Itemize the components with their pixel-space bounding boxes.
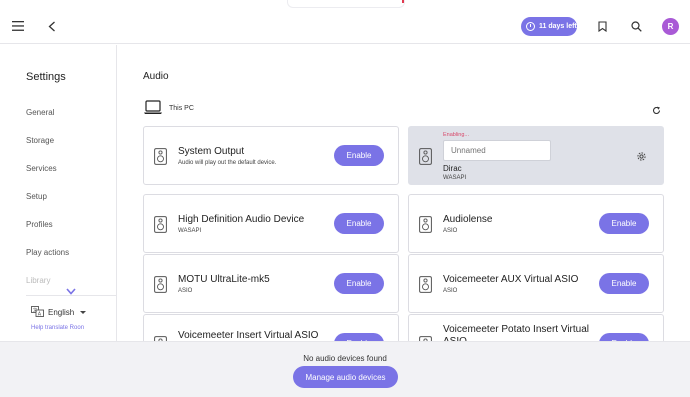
- device-card-motu: MOTU UltraLite-mk5 ASIO Enable: [143, 254, 399, 313]
- sidebar-item-profiles[interactable]: Profiles: [26, 220, 53, 229]
- enable-button[interactable]: Enable: [334, 145, 384, 166]
- language-selector[interactable]: 文A English: [31, 306, 87, 319]
- settings-sidebar: Settings General Storage Services Setup …: [0, 45, 117, 341]
- caret-down-icon: [80, 311, 87, 314]
- device-subtitle: WASAPI: [178, 228, 202, 234]
- enable-button[interactable]: Enable: [599, 213, 649, 234]
- no-devices-message: No audio devices found: [303, 354, 387, 363]
- sidebar-item-services[interactable]: Services: [26, 164, 57, 173]
- help-translate-link[interactable]: Help translate Roon: [31, 325, 84, 331]
- device-card-voicemeeter-aux: Voicemeeter AUX Virtual ASIO ASIO Enable: [408, 254, 664, 313]
- language-label: English: [48, 308, 75, 317]
- sidebar-item-general[interactable]: General: [26, 108, 54, 117]
- device-name: Voicemeeter Potato Insert Virtual ASIO: [443, 324, 590, 341]
- host-header: This PC: [143, 100, 194, 117]
- speaker-icon: [419, 148, 432, 170]
- speaker-icon: [154, 276, 167, 298]
- gear-icon[interactable]: [636, 149, 647, 167]
- device-card-voicemeeter-insert: Voicemeeter Insert Virtual ASIO Enable: [143, 314, 399, 341]
- audio-settings-panel: Audio This PC System Output Audio will p…: [118, 45, 690, 341]
- device-name-input[interactable]: [443, 140, 551, 161]
- speaker-icon: [154, 148, 167, 170]
- device-name: Audiolense: [443, 214, 493, 225]
- enable-button[interactable]: Enable: [599, 273, 649, 294]
- device-card-system-output: System Output Audio will play out the de…: [143, 126, 399, 185]
- speaker-icon: [419, 216, 432, 238]
- manage-audio-devices-button[interactable]: Manage audio devices: [293, 366, 398, 388]
- device-card-audiolense: Audiolense ASIO Enable: [408, 194, 664, 253]
- enable-button[interactable]: Enable: [334, 213, 384, 234]
- avatar[interactable]: R: [662, 18, 679, 35]
- device-subtitle: WASAPI: [443, 175, 467, 181]
- top-decoration: [287, 0, 405, 8]
- sidebar-item-play-actions[interactable]: Play actions: [26, 248, 69, 257]
- speaker-icon: [154, 216, 167, 238]
- device-name: System Output: [178, 146, 245, 157]
- device-name: MOTU UltraLite-mk5: [178, 274, 270, 285]
- device-subtitle: ASIO: [178, 288, 193, 294]
- sidebar-divider: [26, 295, 116, 296]
- device-subtitle: Audio will play out the default device.: [178, 160, 277, 166]
- trial-badge[interactable]: 11 days left: [521, 17, 577, 36]
- bottom-bar: No audio devices found Manage audio devi…: [0, 341, 690, 397]
- clock-icon: [526, 22, 535, 31]
- sidebar-item-setup[interactable]: Setup: [26, 192, 47, 201]
- device-name: Voicemeeter AUX Virtual ASIO: [443, 274, 579, 285]
- enable-button[interactable]: Enable: [599, 333, 649, 341]
- device-card-hd-audio: High Definition Audio Device WASAPI Enab…: [143, 194, 399, 253]
- enable-button[interactable]: Enable: [334, 333, 384, 341]
- device-name: Dirac: [443, 164, 462, 173]
- hamburger-menu-icon[interactable]: [6, 14, 30, 38]
- enable-button[interactable]: Enable: [334, 273, 384, 294]
- device-subtitle: ASIO: [443, 228, 458, 234]
- search-icon[interactable]: [624, 14, 648, 38]
- host-label: This PC: [169, 105, 194, 112]
- device-name: Voicemeeter Insert Virtual ASIO: [178, 330, 319, 341]
- top-bar: 11 days left R: [0, 0, 690, 44]
- trial-label: 11 days left: [539, 23, 577, 30]
- chevron-down-icon[interactable]: [66, 282, 76, 300]
- page-title: Audio: [143, 71, 169, 82]
- sidebar-item-library[interactable]: Library: [26, 276, 50, 285]
- sidebar-item-storage[interactable]: Storage: [26, 136, 54, 145]
- refresh-icon[interactable]: [652, 102, 661, 120]
- speaker-icon: [419, 276, 432, 298]
- bookmark-icon[interactable]: [590, 14, 614, 38]
- back-arrow-icon[interactable]: [40, 14, 64, 38]
- translate-icon: 文A: [31, 306, 44, 319]
- device-card-voicemeeter-potato: Voicemeeter Potato Insert Virtual ASIO E…: [408, 314, 664, 341]
- device-name: High Definition Audio Device: [178, 214, 305, 225]
- laptop-icon: [143, 100, 163, 117]
- device-subtitle: ASIO: [443, 288, 458, 294]
- sidebar-title: Settings: [26, 71, 66, 83]
- device-card-dirac: Enabling... Dirac WASAPI: [408, 126, 664, 185]
- enabling-status: Enabling...: [443, 132, 469, 138]
